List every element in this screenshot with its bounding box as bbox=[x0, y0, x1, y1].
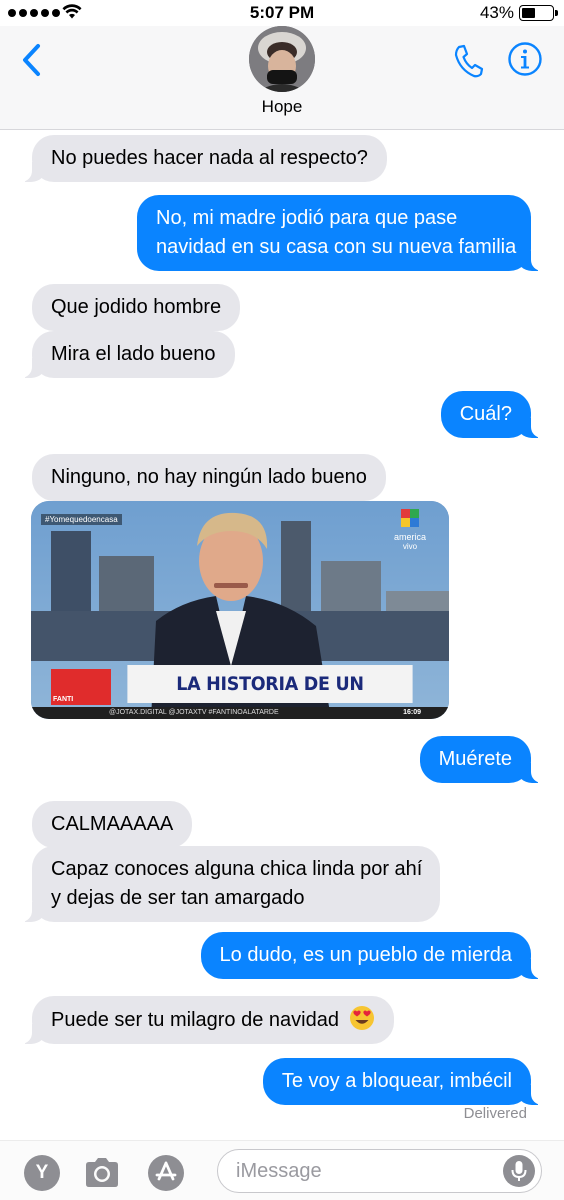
message-bubble-outgoing[interactable]: Cuál? bbox=[440, 391, 544, 438]
tv-ticker-time: 16:09 bbox=[403, 709, 421, 716]
delivered-status: Delivered bbox=[463, 1105, 527, 1122]
message-bubble-incoming[interactable]: No puedes hacer nada al respecto? bbox=[20, 135, 387, 182]
channel-name: america bbox=[393, 532, 426, 542]
channel-logo-icon bbox=[401, 509, 419, 527]
banner-tag-text: FANTI bbox=[53, 696, 74, 703]
compose-bar: Y bbox=[0, 1140, 564, 1200]
camera-icon[interactable] bbox=[82, 1155, 122, 1191]
apps-icon[interactable]: Y bbox=[24, 1155, 60, 1191]
message-bubble-outgoing[interactable]: No, mi madre jodió para que pase navidad… bbox=[137, 195, 543, 271]
appstore-icon[interactable] bbox=[148, 1155, 184, 1191]
battery-icon bbox=[519, 5, 558, 21]
battery-percent: 43% bbox=[479, 3, 514, 22]
avatar[interactable] bbox=[249, 26, 315, 92]
chevron-left-icon[interactable] bbox=[18, 40, 48, 80]
info-icon[interactable] bbox=[507, 41, 543, 77]
phone-icon[interactable] bbox=[450, 40, 486, 80]
tv-ticker: @JOTAX.DIGITAL @JOTAXTV #FANTINOALATARDE… bbox=[31, 707, 449, 719]
status-bar: 5:07 PM 43% bbox=[0, 0, 564, 26]
message-input[interactable] bbox=[217, 1149, 542, 1193]
image-message[interactable]: #Yomequedoencasa america vivo FANTI LA H… bbox=[31, 501, 449, 719]
message-bubble-outgoing[interactable]: Te voy a bloquear, imbécil bbox=[262, 1058, 544, 1105]
message-bubble-incoming[interactable]: CALMAAAAA bbox=[32, 801, 193, 848]
mic-icon[interactable] bbox=[503, 1155, 535, 1187]
tv-headline-banner: LA HISTORIA DE UN PERDEDOR bbox=[127, 665, 413, 719]
heart-eyes-emoji-icon bbox=[349, 1006, 374, 1030]
message-bubble-incoming[interactable]: Ninguno, no hay ningún lado bueno bbox=[32, 454, 386, 501]
message-bubble-incoming[interactable]: Mira el lado bueno bbox=[20, 331, 235, 378]
message-bubble-outgoing[interactable]: Muérete bbox=[419, 736, 544, 783]
contact-name[interactable]: Hope bbox=[0, 97, 564, 117]
conversation-header: Hope bbox=[0, 26, 564, 130]
tv-hashtag: #Yomequedoencasa bbox=[41, 514, 122, 525]
message-bubble-incoming[interactable]: Puede ser tu milagro de navidad bbox=[20, 996, 394, 1044]
channel-live-label: vivo bbox=[402, 542, 418, 551]
message-bubble-outgoing[interactable]: Lo dudo, es un pueblo de mierda bbox=[200, 932, 544, 979]
message-bubble-incoming[interactable]: Capaz conoces alguna chica linda por ahí… bbox=[20, 846, 440, 922]
message-bubble-incoming[interactable]: Que jodido hombre bbox=[32, 284, 241, 331]
